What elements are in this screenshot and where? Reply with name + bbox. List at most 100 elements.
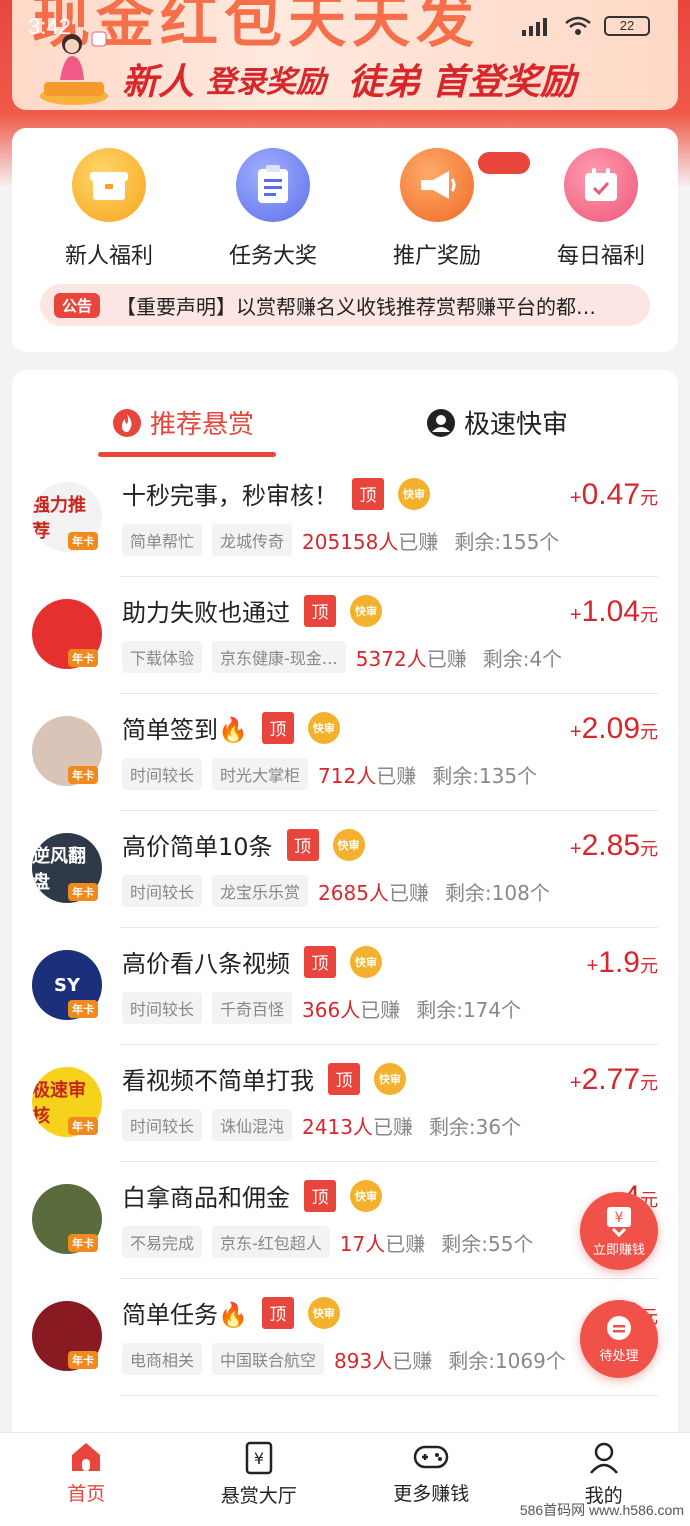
task-category-chip: 时间较长 (122, 758, 203, 790)
earned-suffix: 已赚 (385, 1231, 426, 1256)
nav-label: 更多赚钱 (393, 1483, 470, 1505)
reward-unit: 元 (640, 1073, 658, 1093)
task-reward: +1.9元 (587, 946, 658, 980)
task-row[interactable]: 极速审核 年卡 看视频不简单打我 顶 快审 +2.77元 时间较长 诛仙混沌 2… (12, 1045, 678, 1162)
status-bar: 3:42 22 (0, 0, 690, 52)
status-icons: 22 (522, 16, 650, 36)
megaphone-icon (400, 148, 530, 222)
task-row[interactable]: 年卡 简单签到🔥 顶 快审 +2.09元 时间较长 时光大掌柜 712人已赚 剩… (12, 694, 678, 811)
money-download-icon: ¥ (607, 1206, 631, 1237)
slogan-login-reward: 登录奖励 (206, 65, 327, 100)
promotion-badge (478, 152, 530, 174)
earned-number: 366人 (302, 997, 361, 1022)
task-title-row: 看视频不简单打我 顶 快审 (122, 1061, 406, 1096)
announcement-tag: 公告 (54, 292, 101, 318)
active-tab-indicator (98, 452, 276, 457)
nav-home[interactable]: 首页 (0, 1433, 173, 1526)
task-publisher-chip: 龙宝乐乐赏 (212, 875, 309, 907)
quick-action-promotion-reward[interactable]: 推广奖励 (360, 148, 530, 270)
task-row[interactable]: 年卡 简单任务🔥 顶 快审 +0元 电商相关 中国联合航空 893人已赚 剩余:… (12, 1279, 678, 1396)
year-card-badge: 年卡 (68, 1117, 98, 1135)
reward-plus: + (569, 838, 582, 860)
gift-box-icon (72, 148, 146, 222)
quick-action-task-prize[interactable]: 任务大奖 (196, 148, 350, 270)
reward-plus: + (586, 955, 599, 977)
task-publisher-chip: 中国联合航空 (212, 1343, 325, 1375)
earned-number: 17人 (339, 1231, 386, 1256)
quick-action-newbie-welfare[interactable]: 新人福利 (32, 148, 186, 270)
reward-amount: 1.04 (581, 595, 640, 628)
pending-label: 待处理 (599, 1348, 639, 1364)
task-row[interactable]: 逆风翻盘 年卡 高价简单10条 顶 快审 +2.85元 时间较长 龙宝乐乐赏 2… (12, 811, 678, 928)
reward-unit: 元 (640, 722, 658, 742)
task-publisher-chip: 千奇百怪 (212, 992, 293, 1024)
task-title: 高价简单10条 (122, 833, 273, 861)
user-circle-icon (427, 408, 455, 437)
task-title: 看视频不简单打我 (122, 1067, 314, 1095)
quick-action-label: 每日福利 (556, 244, 645, 269)
announcement-text: 【重要声明】以赏帮赚名义收钱推荐赏帮赚平台的都… (116, 294, 597, 319)
task-row[interactable]: SY 年卡 高价看八条视频 顶 快审 +1.9元 时间较长 千奇百怪 366人已… (12, 928, 678, 1045)
pinned-badge: 顶 (328, 1062, 360, 1095)
year-card-badge: 年卡 (68, 1351, 98, 1369)
quick-action-label: 新人福利 (64, 244, 153, 269)
calendar-check-icon (564, 148, 638, 222)
earned-count: 366人已赚 (302, 994, 400, 1023)
task-reward: +0.47元 (570, 478, 658, 512)
quick-actions-card: 新人福利 任务大奖 推广奖励 每日福利 公告 【重要声明】以赏帮赚名义收钱推荐赏… (12, 128, 678, 352)
earned-suffix: 已赚 (388, 880, 429, 905)
pinned-badge: 顶 (261, 711, 294, 744)
announcement-bar[interactable]: 公告 【重要声明】以赏帮赚名义收钱推荐赏帮赚平台的都… (40, 284, 650, 326)
task-category-chip: 简单帮忙 (122, 524, 203, 556)
earned-suffix: 已赚 (376, 763, 417, 788)
earn-now-button[interactable]: ¥ 立即赚钱 (580, 1192, 658, 1270)
fast-review-badge: 快审 (307, 711, 340, 744)
remaining-count: 剩余:36个 (428, 1114, 522, 1139)
battery-indicator: 22 (604, 16, 650, 36)
nav-more-earning[interactable]: 更多赚钱 (345, 1433, 518, 1526)
quick-action-daily-welfare[interactable]: 每日福利 (524, 148, 678, 270)
slogan-newbie: 新人 (122, 62, 195, 103)
task-row[interactable]: 强力推荐 年卡 十秒完事，秒审核！ 顶 快审 +0.47元 简单帮忙 龙城传奇 … (12, 460, 678, 577)
task-title-row: 十秒完事，秒审核！ 顶 快审 (122, 476, 430, 511)
reward-plus: + (569, 604, 582, 626)
task-title-row: 白拿商品和佣金 顶 快审 (122, 1178, 382, 1213)
task-reward: +2.85元 (570, 829, 658, 863)
task-category-chip: 不易完成 (122, 1226, 203, 1258)
reward-unit: 元 (640, 488, 658, 508)
clipboard-icon (236, 148, 310, 222)
earned-number: 2685人 (318, 880, 389, 905)
task-publisher-chip: 诛仙混沌 (212, 1109, 293, 1141)
chat-bubble-icon (607, 1315, 631, 1340)
pending-button[interactable]: 待处理 (580, 1300, 658, 1378)
task-row[interactable]: 年卡 白拿商品和佣金 顶 快审 +4元 不易完成 京东-红包超人 17人已赚 剩… (12, 1162, 678, 1279)
fast-review-badge: 快审 (350, 594, 382, 627)
reward-amount: 2.77 (581, 1063, 640, 1096)
pinned-badge: 顶 (304, 594, 336, 627)
task-reward: +2.77元 (570, 1063, 658, 1097)
wifi-icon (565, 16, 591, 35)
task-meta: 时间较长 时光大掌柜 712人已赚 剩余:135个 (122, 758, 537, 790)
task-meta: 时间较长 千奇百怪 366人已赚 剩余:174个 (122, 992, 521, 1024)
earned-count: 5372人已赚 (356, 643, 467, 672)
task-row[interactable]: 年卡 助力失败也通过 顶 快审 +1.04元 下载体验 京东健康-现金… 537… (12, 577, 678, 694)
earned-suffix: 已赚 (392, 1348, 433, 1373)
task-meta: 时间较长 诛仙混沌 2413人已赚 剩余:36个 (122, 1109, 521, 1141)
task-title-row: 助力失败也通过 顶 快审 (122, 593, 382, 628)
task-publisher-chip: 京东-红包超人 (212, 1226, 330, 1258)
pinned-badge: 顶 (304, 1179, 336, 1212)
reward-unit: 元 (640, 956, 658, 976)
earned-number: 893人 (334, 1348, 393, 1373)
tab-fast-review[interactable]: 极速快审 (426, 404, 568, 441)
nav-bounty-hall[interactable]: ¥ 悬赏大厅 (173, 1433, 346, 1526)
pinned-badge: 顶 (304, 945, 336, 978)
reward-amount: 0.47 (581, 478, 640, 511)
task-category-chip: 时间较长 (122, 1109, 203, 1141)
earned-suffix: 已赚 (372, 1114, 413, 1139)
avatar-text: SY (54, 974, 80, 996)
pinned-badge: 顶 (286, 828, 319, 861)
earned-suffix: 已赚 (426, 646, 467, 671)
tab-recommended-bounty[interactable]: 推荐悬赏 (112, 404, 254, 441)
task-meta: 电商相关 中国联合航空 893人已赚 剩余:1069个 (122, 1343, 566, 1375)
pinned-badge: 顶 (352, 477, 384, 510)
